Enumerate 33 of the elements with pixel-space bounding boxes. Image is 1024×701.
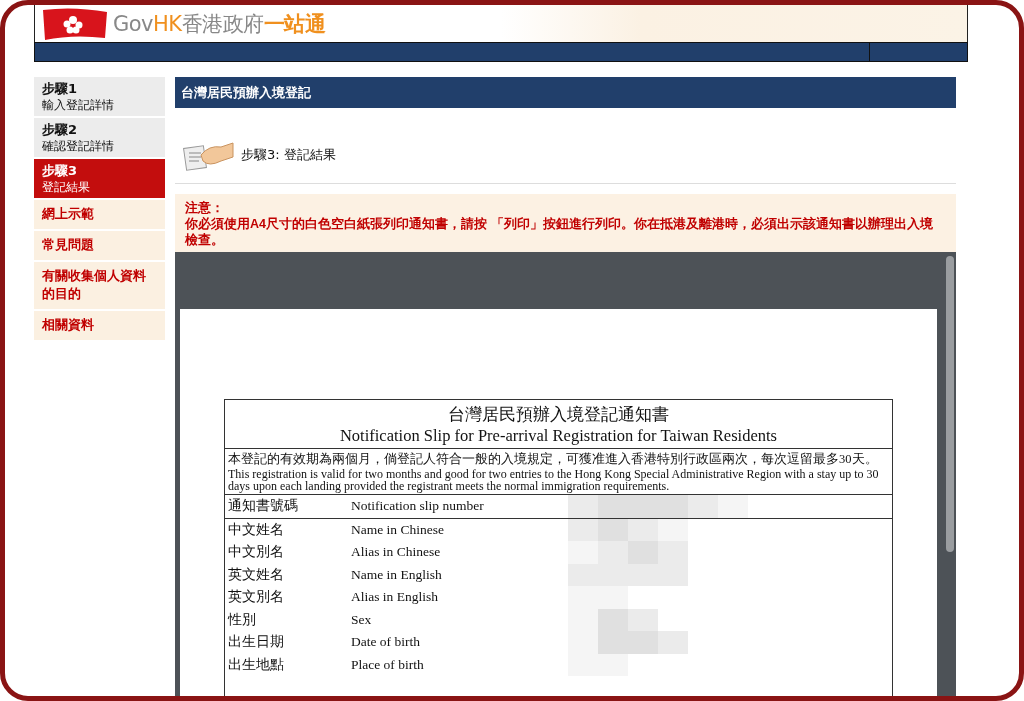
field-label: 中文別名: [228, 543, 285, 562]
sidebar-link[interactable]: 網上示範: [34, 200, 165, 229]
field-label: 通知書號碼: [228, 497, 299, 516]
step-item[interactable]: 步驟3 登記結果: [34, 159, 165, 198]
sidebar-link[interactable]: 有關收集個人資料的目的: [34, 262, 165, 309]
document-title: Notification Slip for Pre-arrival Registration for Taiwan Residents: [225, 426, 892, 449]
field-label: 英文姓名: [228, 565, 285, 584]
logo-text[interactable]: GovHK香港政府一站通: [113, 9, 326, 38]
field-label: Place of birth: [351, 656, 425, 673]
page-title: 台灣居民預辦入境登記: [175, 77, 956, 108]
step-item[interactable]: 步驟1 輸入登記詳情: [34, 77, 165, 116]
field-label: Notification slip number: [351, 498, 485, 515]
notice-text: 你必須使用A4尺寸的白色空白紙張列印通知書，請按 「列印」按鈕進行列印。你在抵港及離港時，必須出示該通知書以辦理出入境檢查。: [185, 216, 935, 248]
field-label: Alias in English: [351, 589, 439, 606]
sidebar-link[interactable]: 相關資料: [34, 311, 165, 340]
field-label: 英文別名: [228, 588, 285, 607]
field-label: 性別: [228, 610, 257, 629]
field-label: Alias in Chinese: [351, 544, 442, 561]
step-item[interactable]: 步驟2 確認登記詳情: [34, 118, 165, 157]
field-label: Sex: [351, 611, 373, 628]
document-title: 台灣居民預辦入境登記通知書: [447, 404, 670, 426]
field-label: 出生地點: [228, 655, 285, 674]
field-label: 出生日期: [228, 633, 285, 652]
step-heading: 步驟3: 登記結果: [241, 145, 336, 164]
field-label: Name in Chinese: [351, 521, 445, 538]
flag-icon: [43, 7, 107, 40]
sidebar-link[interactable]: 常見問題: [34, 231, 165, 260]
notice-title: 注意：: [185, 200, 225, 216]
scrollbar[interactable]: [946, 256, 954, 552]
field-label: Name in English: [351, 566, 443, 583]
field-label: Date of birth: [351, 634, 421, 651]
validity-text: 本登記的有效期為兩個月，倘登記人符合一般的入境規定，可獲准進入香港特別行政區兩次，每次逗留最多30天。: [227, 451, 879, 468]
field-label: 中文姓名: [228, 520, 285, 539]
